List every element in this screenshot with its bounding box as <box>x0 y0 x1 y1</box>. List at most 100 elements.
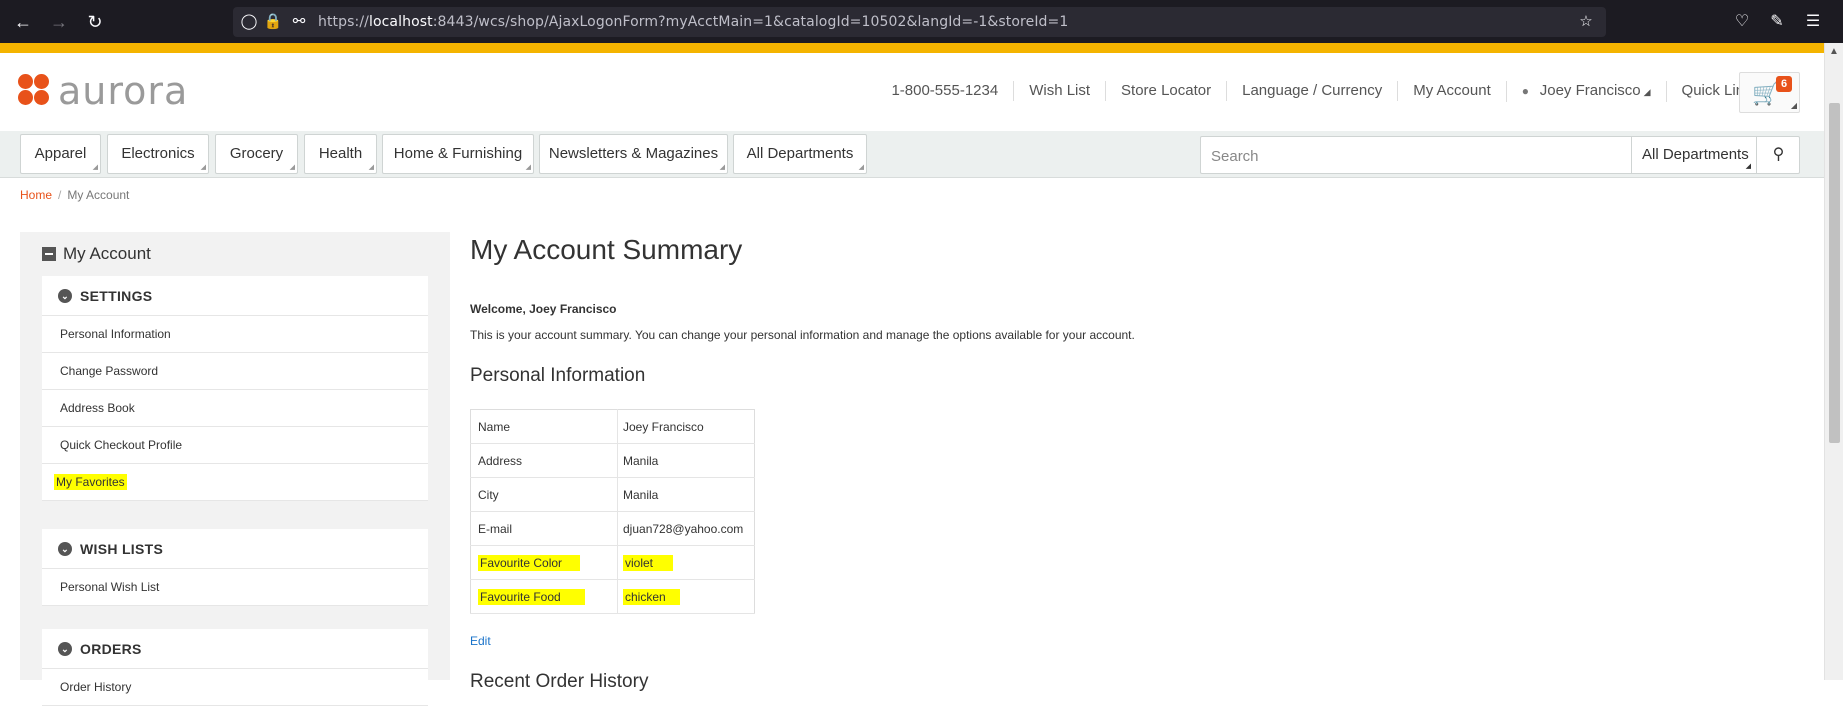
sidebar-title-label: My Account <box>63 244 151 263</box>
sidebar-item-address-book[interactable]: Address Book <box>42 390 428 427</box>
wish-lists-heading[interactable]: ⌄ WISH LISTS <box>42 529 428 569</box>
table-row: Favourite Color violet <box>470 545 755 580</box>
dept-tab-apparel[interactable]: Apparel ◢ <box>20 134 101 174</box>
sidebar-item-personal-wish-list[interactable]: Personal Wish List <box>42 569 428 606</box>
settings-heading[interactable]: ⌄ SETTINGS <box>42 276 428 316</box>
sidebar-item-personal-information[interactable]: Personal Information <box>42 316 428 353</box>
orders-heading[interactable]: ⌄ ORDERS <box>42 629 428 669</box>
row-label: Name <box>470 409 618 444</box>
dept-label: Grocery <box>229 145 284 162</box>
dept-tab-health[interactable]: Health ◢ <box>304 134 377 174</box>
logo-mark-icon <box>18 74 52 108</box>
url-text[interactable]: https://localhost:8443/wcs/shop/AjaxLogo… <box>318 14 1068 30</box>
url-host: localhost <box>368 14 433 30</box>
row-label: Favourite Food <box>470 579 618 614</box>
scroll-up-icon[interactable]: ▲ <box>1829 46 1839 57</box>
sidebar-item-order-history[interactable]: Order History <box>42 669 428 706</box>
menu-icon[interactable]: ☰ <box>1802 11 1824 33</box>
shield-icon[interactable]: ◯ <box>239 12 259 32</box>
corner-caret-icon: ◢ <box>200 164 206 171</box>
extensions-icon[interactable]: ✎ <box>1766 11 1788 33</box>
dept-tab-newsletters-magazines[interactable]: Newsletters & Magazines ◢ <box>539 134 728 174</box>
sidebar-title[interactable]: My Account <box>42 244 151 264</box>
orders-section: ⌄ ORDERS Order History <box>42 629 428 706</box>
dept-label: Home & Furnishing <box>393 145 523 162</box>
wish-lists-section: ⌄ WISH LISTS Personal Wish List <box>42 529 428 606</box>
summary-text: This is your account summary. You can ch… <box>470 328 1135 342</box>
table-row: Address Manila <box>470 443 755 478</box>
user-icon: ● <box>1521 83 1529 98</box>
forward-icon[interactable]: → <box>47 10 71 34</box>
search-category-label: All Departments <box>1642 146 1749 163</box>
aurora-logo[interactable]: aurora <box>18 72 188 110</box>
header-links: 1-800-555-1234 Wish List Store Locator L… <box>876 80 1784 102</box>
dept-label: Health <box>318 145 363 162</box>
collapse-icon <box>42 247 56 261</box>
chevron-down-icon: ⌄ <box>58 541 72 556</box>
scroll-thumb[interactable] <box>1829 103 1840 443</box>
dept-label: Apparel <box>34 145 87 162</box>
sidebar-item-my-favorites[interactable]: My Favorites <box>42 464 428 501</box>
corner-caret-icon: ◢ <box>719 164 725 171</box>
lock-icon[interactable]: 🔒 <box>263 12 283 32</box>
highlighted-label: Favourite Food <box>478 588 585 605</box>
edit-link[interactable]: Edit <box>470 634 491 648</box>
row-value: djuan728@yahoo.com <box>617 511 755 546</box>
wish-list-link[interactable]: Wish List <box>1013 81 1105 101</box>
recent-orders-title: Recent Order History <box>470 671 649 692</box>
dept-tab-all-departments[interactable]: All Departments ◢ <box>733 134 867 174</box>
breadcrumb: Home / My Account <box>20 188 129 202</box>
corner-caret-icon: ◢ <box>1745 163 1751 170</box>
key-icon[interactable]: ⚯ <box>289 12 309 32</box>
corner-caret-icon: ◢ <box>1790 101 1797 110</box>
account-sidebar: My Account ⌄ SETTINGS Personal Informatio… <box>20 232 450 706</box>
personal-information-table: Name Joey Francisco Address Manila City Man… <box>470 409 755 614</box>
search-button[interactable]: ⚲ <box>1756 137 1800 173</box>
my-account-link[interactable]: My Account <box>1397 81 1506 101</box>
highlighted-label: Favourite Color <box>478 554 581 571</box>
dept-tab-home-furnishing[interactable]: Home & Furnishing ◢ <box>382 134 534 174</box>
phone-number: 1-800-555-1234 <box>891 82 999 99</box>
url-prefix: https:// <box>318 14 369 30</box>
dept-tab-grocery[interactable]: Grocery ◢ <box>215 134 298 174</box>
search-icon: ⚲ <box>1772 146 1785 163</box>
dept-label: Newsletters & Magazines <box>548 145 719 162</box>
row-value: violet <box>617 545 755 580</box>
breadcrumb-separator: / <box>58 188 62 202</box>
user-name: Joey Francisco <box>1539 81 1641 99</box>
user-menu[interactable]: ● Joey Francisco ◢ <box>1505 80 1666 102</box>
personal-information-title: Personal Information <box>470 365 646 386</box>
row-label: City <box>470 477 618 512</box>
bookmark-star-icon[interactable]: ☆ <box>1576 12 1596 32</box>
welcome-text: Welcome, Joey Francisco <box>470 302 617 316</box>
sidebar-item-label: My Favorites <box>54 474 127 490</box>
page-title: My Account Summary <box>470 234 743 265</box>
chevron-down-icon: ⌄ <box>58 641 72 656</box>
cart-button[interactable]: 🛒 6 ◢ <box>1739 72 1800 113</box>
search-box: All Departments◢ ⚲ <box>1200 136 1800 174</box>
table-row: City Manila <box>470 477 755 512</box>
page-scrollbar[interactable]: ▲ <box>1824 43 1843 680</box>
search-category-select[interactable]: All Departments ◢ <box>1631 137 1755 173</box>
dept-label: Electronics <box>121 145 195 162</box>
sidebar-item-quick-checkout-profile[interactable]: Quick Checkout Profile <box>42 427 428 464</box>
accent-strip <box>0 43 1824 53</box>
store-locator-link[interactable]: Store Locator <box>1105 81 1226 101</box>
address-bar[interactable]: ◯ 🔒 ⚯ https://localhost:8443/wcs/shop/Aj… <box>233 7 1606 37</box>
row-label: E-mail <box>470 511 618 546</box>
back-icon[interactable]: ← <box>11 10 35 34</box>
pocket-icon[interactable]: ♡ <box>1731 11 1753 33</box>
highlighted-value: chicken <box>623 588 680 605</box>
corner-caret-icon: ◢ <box>92 164 98 171</box>
corner-caret-icon: ◢ <box>368 164 374 171</box>
row-value: Manila <box>617 443 755 478</box>
sidebar-item-change-password[interactable]: Change Password <box>42 353 428 390</box>
table-row: Favourite Food chicken <box>470 579 755 614</box>
corner-caret-icon: ◢ <box>525 164 531 171</box>
search-input[interactable] <box>1211 146 1611 166</box>
reload-icon[interactable]: ↻ <box>83 10 107 34</box>
language-currency-link[interactable]: Language / Currency <box>1226 81 1397 101</box>
dept-tab-electronics[interactable]: Electronics ◢ <box>107 134 209 174</box>
section-heading-label: ORDERS <box>80 640 142 657</box>
breadcrumb-home-link[interactable]: Home <box>20 188 52 202</box>
